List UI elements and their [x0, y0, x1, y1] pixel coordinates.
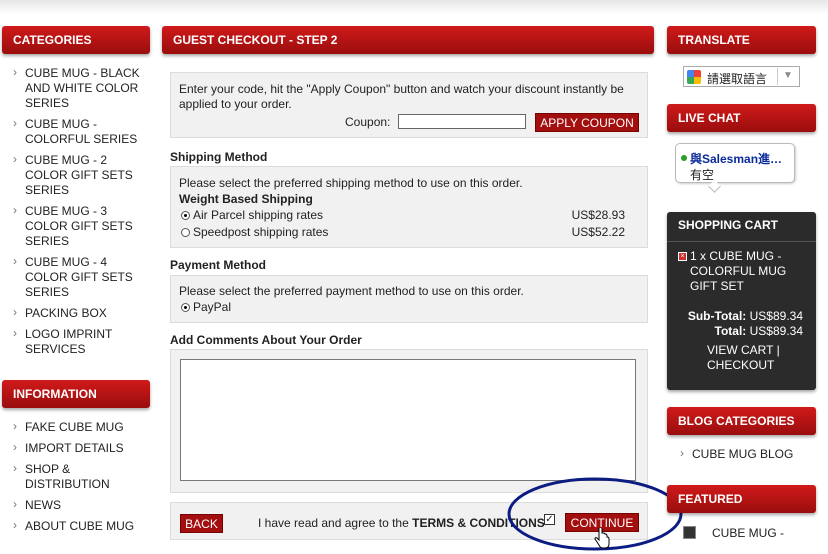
subtotal-label: Sub-Total: [687, 309, 747, 323]
comments-textarea[interactable] [180, 359, 636, 481]
select-divider [777, 68, 778, 85]
payment-box: Please select the preferred payment meth… [170, 275, 648, 323]
live-chat-status: 有空 [690, 168, 715, 182]
category-link[interactable]: CUBE MUG - 2 COLOR GIFT SETS SERIES [13, 152, 148, 198]
featured-product-name[interactable]: CUBE MUG - [712, 526, 784, 540]
category-link[interactable]: CUBE MUG - COLORFUL SERIES [13, 116, 148, 147]
featured-product-thumbnail[interactable] [683, 526, 696, 539]
payment-method-title: Payment Method [170, 258, 267, 272]
hand-cursor-icon [594, 528, 610, 549]
category-link[interactable]: CUBE MUG - 4 COLOR GIFT SETS SERIES [13, 254, 148, 300]
radio-unselected-icon[interactable] [181, 228, 190, 237]
online-status-icon [681, 155, 687, 161]
payment-instructions: Please select the preferred payment meth… [179, 284, 524, 298]
category-link[interactable]: PACKING BOX [13, 305, 148, 321]
shipping-option-air[interactable]: Air Parcel shipping rates US$28.93 [181, 208, 625, 222]
shipping-option-speedpost[interactable]: Speedpost shipping rates US$52.22 [181, 225, 625, 239]
information-link[interactable]: SHOP & DISTRIBUTION [13, 461, 148, 492]
shipping-option-price: US$52.22 [571, 225, 625, 239]
categories-header: CATEGORIES [2, 26, 150, 54]
live-chat-widget[interactable]: 與Salesman進… 有空 [675, 143, 795, 183]
language-select-value: 請選取語言 [707, 72, 768, 86]
top-gradient [0, 0, 828, 14]
category-link[interactable]: CUBE MUG - 3 COLOR GIFT SETS SERIES [13, 203, 148, 249]
live-chat-name[interactable]: 與Salesman進… [690, 150, 782, 167]
checkout-link[interactable]: CHECKOUT [707, 358, 774, 372]
translate-header: TRANSLATE [667, 26, 816, 54]
total-label: Total: [714, 324, 747, 338]
coupon-input[interactable] [398, 114, 526, 129]
remove-item-icon[interactable]: × [678, 252, 687, 261]
information-link[interactable]: IMPORT DETAILS [13, 440, 148, 456]
view-cart-link[interactable]: VIEW CART [707, 343, 773, 357]
shipping-option-label: Air Parcel shipping rates [193, 208, 324, 222]
shipping-box: Please select the preferred shipping met… [170, 166, 648, 248]
shopping-cart-panel: SHOPPING CART × 1 x CUBE MUG - COLORFUL … [667, 212, 816, 390]
shipping-instructions: Please select the preferred shipping met… [179, 176, 523, 190]
shipping-group-label: Weight Based Shipping [179, 192, 313, 206]
coupon-label: Coupon: [345, 115, 391, 129]
payment-option-label: PayPal [193, 300, 232, 314]
category-link[interactable]: CUBE MUG - BLACK AND WHITE COLOR SERIES [13, 65, 148, 111]
live-chat-header: LIVE CHAT [667, 104, 816, 132]
total-row: Total: US$89.34 [667, 324, 804, 339]
back-button[interactable]: BACK [180, 514, 223, 533]
radio-selected-icon[interactable] [181, 211, 190, 220]
cart-totals: Sub-Total: US$89.34 Total: US$89.34 [667, 309, 803, 339]
cart-item-text: 1 x CUBE MUG - COLORFUL MUG GIFT SET [690, 249, 787, 293]
page-title: GUEST CHECKOUT - STEP 2 [162, 26, 654, 54]
information-link[interactable]: ABOUT CUBE MUG [13, 518, 148, 534]
comments-title: Add Comments About Your Order [170, 333, 362, 347]
category-link[interactable]: LOGO IMPRINT SERVICES [13, 326, 148, 357]
radio-selected-icon[interactable] [181, 303, 190, 312]
information-header: INFORMATION [2, 380, 150, 408]
blog-item[interactable]: CUBE MUG BLOG [680, 446, 815, 462]
cart-links: VIEW CART | CHECKOUT [707, 343, 780, 372]
chevron-down-icon: ▼ [783, 70, 793, 81]
categories-list: CUBE MUG - BLACK AND WHITE COLOR SERIES C… [13, 65, 148, 363]
coupon-instructions: Enter your code, hit the "Apply Coupon" … [179, 82, 624, 111]
blog-categories-header: BLOG CATEGORIES [667, 407, 816, 435]
apply-coupon-button[interactable]: APPLY COUPON [535, 113, 639, 132]
coupon-box: Enter your code, hit the "Apply Coupon" … [170, 72, 648, 138]
blog-list: CUBE MUG BLOG [680, 446, 815, 468]
information-list: FAKE CUBE MUG IMPORT DETAILS SHOP & DISTRI… [13, 419, 148, 540]
shopping-cart-title: SHOPPING CART [678, 218, 779, 232]
total-value: US$89.34 [749, 324, 803, 338]
terms-agreement: I have read and agree to the TERMS & CON… [258, 516, 545, 530]
information-link[interactable]: NEWS [13, 497, 148, 513]
cart-item[interactable]: 1 x CUBE MUG - COLORFUL MUG GIFT SET [690, 249, 812, 294]
payment-option-paypal[interactable]: PayPal [181, 300, 231, 314]
agree-text: I have read and agree to the [258, 516, 409, 530]
subtotal-row: Sub-Total: US$89.34 [667, 309, 803, 324]
subtotal-value: US$89.34 [749, 309, 803, 323]
featured-header: FEATURED [667, 485, 816, 513]
shipping-option-label: Speedpost shipping rates [193, 225, 329, 239]
shipping-option-price: US$28.93 [571, 208, 625, 222]
information-link[interactable]: FAKE CUBE MUG [13, 419, 148, 435]
cart-divider [667, 241, 816, 242]
shipping-method-title: Shipping Method [170, 150, 268, 164]
language-select[interactable]: 請選取語言 ▼ [683, 66, 800, 87]
comments-box [170, 349, 648, 493]
google-translate-icon [687, 70, 701, 84]
